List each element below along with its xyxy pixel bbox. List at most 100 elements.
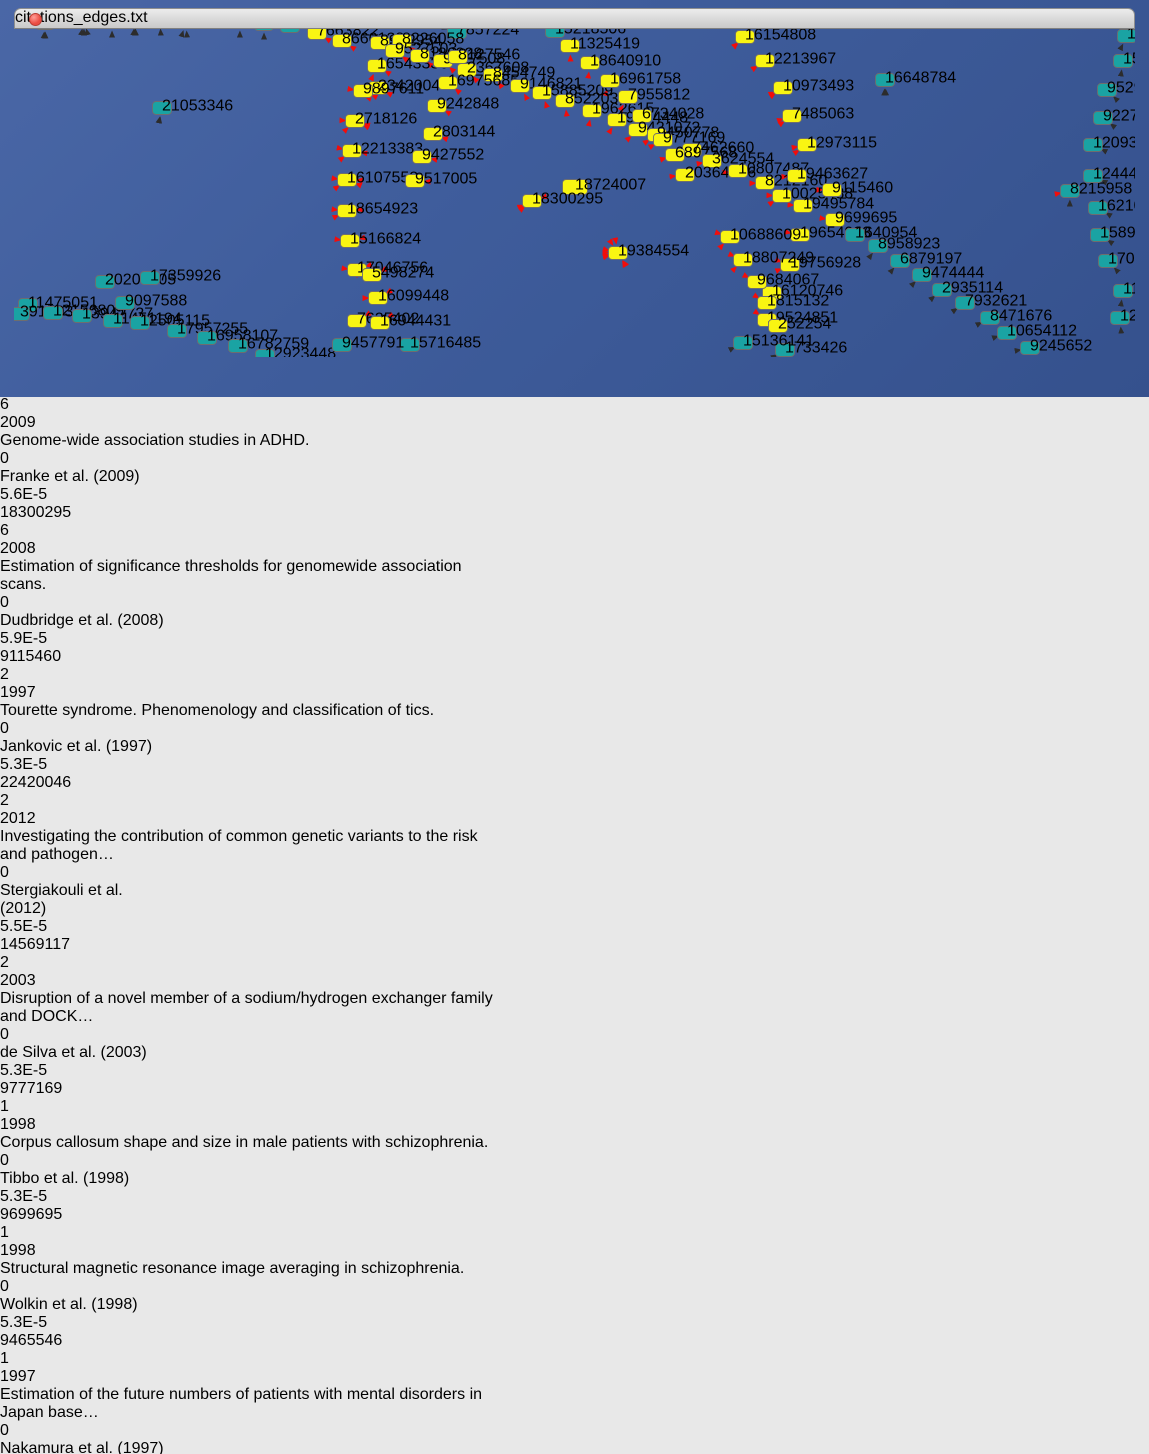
selected-node-19384554[interactable]: 19384554 (609, 242, 690, 259)
selected-node-9115460[interactable]: 9115460 (823, 179, 894, 196)
edge[interactable] (86, 30, 150, 278)
node-11167531[interactable]: 11167531 (1114, 280, 1136, 297)
edge[interactable] (82, 30, 84, 316)
selected-node-18654923[interactable]: 18654923 (338, 200, 419, 217)
selected-node-18300295[interactable]: 18300295 (523, 190, 604, 207)
edge[interactable] (875, 309, 957, 357)
selected-node-1815132[interactable]: 1815132 (758, 292, 830, 309)
edge[interactable] (760, 355, 776, 357)
node-17016504[interactable]: 17016504 (1099, 250, 1136, 267)
edge[interactable] (136, 30, 150, 278)
selected-edge[interactable] (640, 267, 736, 357)
table-row[interactable]: 977716911998Corpus callosum shape and si… (0, 1080, 1149, 1206)
node-12093872[interactable]: 12093872 (1084, 134, 1136, 151)
edge[interactable] (20, 33, 44, 314)
selected-node-11325419[interactable]: 11325419 (561, 35, 641, 52)
selected-node-16099448[interactable]: 16099448 (369, 287, 450, 304)
selected-edge[interactable] (14, 200, 340, 240)
selected-edge[interactable] (14, 230, 347, 269)
selected-node-9684067[interactable]: 9684067 (748, 271, 820, 288)
node-1271035[interactable]: 1271035 (1111, 307, 1136, 324)
edge[interactable] (1121, 45, 1123, 48)
selected-node-12973115[interactable]: 12973115 (798, 134, 878, 151)
network-canvas[interactable]: 9405571206914062293134106532871527602846… (14, 8, 1135, 362)
edge[interactable] (45, 33, 53, 313)
selected-edge[interactable] (624, 261, 692, 357)
selected-node-18640910[interactable]: 18640910 (581, 52, 662, 69)
node-9097588[interactable]: 9097588 (116, 292, 188, 309)
table-row[interactable]: 1830029562008Estimation of significance … (0, 504, 1149, 648)
selected-node-12213383[interactable]: 12213383 (343, 140, 424, 157)
edge[interactable] (1108, 241, 1121, 249)
window-titlebar[interactable]: citations_edges.txt (14, 8, 1135, 29)
edge[interactable] (105, 30, 134, 282)
edge[interactable] (1121, 71, 1122, 75)
edge[interactable] (852, 296, 934, 357)
edge[interactable] (113, 118, 160, 321)
zoom-window-button[interactable] (69, 13, 82, 26)
edge[interactable] (1114, 97, 1121, 104)
selected-node-10688609[interactable]: 10688609 (721, 226, 802, 243)
selected-node-9897611[interactable]: 9897611 (354, 80, 425, 97)
edge[interactable] (28, 30, 82, 305)
edge[interactable] (264, 34, 265, 356)
node-21053346[interactable]: 21053346 (153, 97, 234, 114)
selected-node-16961758[interactable]: 16961758 (601, 70, 682, 87)
edge[interactable] (238, 32, 240, 346)
selected-node-16975685[interactable]: 16975685 (439, 72, 520, 89)
selected-node-9427552[interactable]: 9427552 (413, 146, 485, 163)
selected-edge[interactable] (14, 40, 353, 90)
node-16648784[interactable]: 16648784 (876, 69, 957, 86)
selected-node-7955812[interactable]: 7955812 (619, 86, 691, 103)
selected-node-16944431[interactable]: 16944431 (371, 312, 452, 329)
edge[interactable] (1107, 213, 1121, 222)
edge[interactable] (187, 32, 207, 338)
selected-edge[interactable] (14, 140, 337, 179)
selected-node-2803144[interactable]: 2803144 (424, 123, 496, 140)
close-window-button[interactable] (29, 13, 42, 26)
selected-node-12213967[interactable]: 12213967 (756, 50, 837, 67)
selected-edge[interactable] (545, 102, 575, 187)
edge[interactable] (940, 350, 1020, 357)
edge[interactable] (1121, 301, 1122, 305)
selected-node-9517005[interactable]: 9517005 (406, 170, 478, 187)
selected-node-5498274[interactable]: 5498274 (363, 264, 435, 281)
node-9529966[interactable]: 9529966 (1098, 79, 1136, 96)
selected-node-7485063[interactable]: 7485063 (783, 105, 855, 122)
selected-node-2718126[interactable]: 2718126 (346, 110, 418, 127)
selected-node-15166824[interactable]: 15166824 (341, 230, 422, 247)
node-15716485[interactable]: 15716485 (401, 334, 482, 351)
node-9245652[interactable]: 9245652 (1021, 337, 1093, 354)
table-row[interactable]: 946554611997Estimation of the future num… (0, 1332, 1149, 1454)
selected-node-9242848[interactable]: 9242848 (428, 95, 500, 112)
node-9227342[interactable]: 9227342 (1094, 107, 1136, 124)
selected-node-10973493[interactable]: 10973493 (774, 77, 855, 94)
table-row[interactable]: 2242004622012Investigating the contribut… (0, 774, 1149, 936)
table-row[interactable]: 911546021997Tourette syndrome. Phenomeno… (0, 648, 1149, 774)
edge[interactable] (105, 32, 183, 282)
edge[interactable] (900, 323, 981, 357)
node-17359926[interactable]: 17359926 (141, 267, 222, 284)
selected-edge[interactable] (525, 95, 575, 187)
selected-edge[interactable] (623, 262, 680, 357)
selected-edge[interactable] (566, 111, 575, 187)
selected-edge[interactable] (14, 170, 337, 210)
node-12923448[interactable]: 12923448 (256, 345, 337, 357)
node-15892971[interactable]: 15892971 (1091, 224, 1136, 241)
node-12444134[interactable]: 12444134 (1084, 165, 1136, 182)
table-row[interactable]: 969969511998Structural magnetic resonanc… (0, 1206, 1149, 1332)
node-9457791[interactable]: 9457791 (333, 334, 405, 351)
edge[interactable] (700, 348, 734, 357)
selected-edge[interactable] (610, 244, 723, 357)
node-15751074[interactable]: 15751074 (1114, 50, 1136, 67)
node-16210643[interactable]: 16210643 (1089, 197, 1136, 214)
edge[interactable] (1111, 124, 1121, 132)
minimize-window-button[interactable] (49, 13, 62, 26)
selected-edge[interactable] (520, 201, 774, 357)
table-row[interactable]: 1456911722003Disruption of a novel membe… (0, 936, 1149, 1080)
edge[interactable] (1115, 268, 1121, 275)
selected-node-18807249[interactable]: 18807249 (734, 249, 815, 266)
selected-node-252254[interactable]: 252254 (769, 315, 832, 332)
node-15136141[interactable]: 15136141 (734, 332, 815, 349)
edge[interactable] (917, 336, 998, 357)
